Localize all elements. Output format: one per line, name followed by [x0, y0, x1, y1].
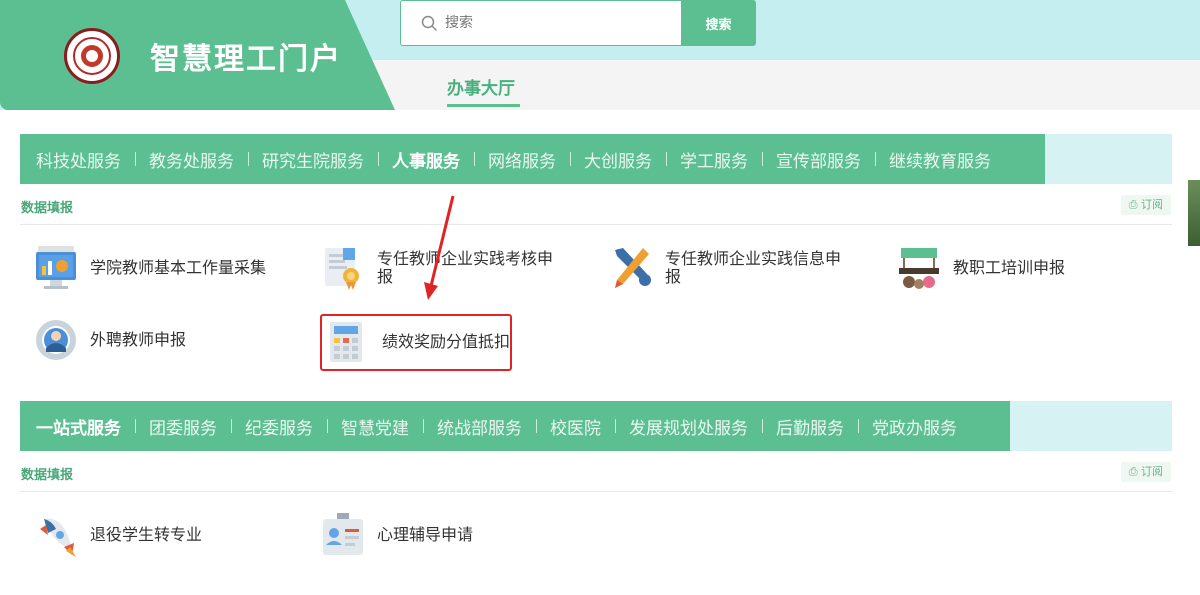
section-1-subtitle: 数据填报: [21, 201, 74, 216]
subscribe-icon: ⎙: [1128, 198, 1138, 211]
highlight-box: [320, 314, 512, 371]
service-item-label: 心理辅导申请: [377, 525, 474, 544]
tab-keji[interactable]: 科技处服务: [20, 147, 135, 172]
section-2-tab-bar: 一站式服务 团委服务 纪委服务 智慧党建 统战部服务 校医院 发展规划处服务 后…: [20, 401, 1172, 451]
service-item-veteran-transfer[interactable]: 退役学生转专业: [34, 507, 202, 563]
subscribe-button[interactable]: ⎙ 订阅: [1120, 195, 1171, 215]
school-logo: [64, 28, 120, 84]
training-board-icon: [899, 248, 939, 289]
tab-renshi[interactable]: 人事服务: [378, 147, 474, 172]
section-1-tab-bar: 科技处服务 教务处服务 研究生院服务 人事服务 网络服务 大创服务 学工服务 宣…: [20, 134, 1172, 184]
tab-jixujiaoyu[interactable]: 继续教育服务: [875, 147, 1005, 172]
tab-houqin[interactable]: 后勤服务: [762, 414, 858, 439]
tab-jiaowu[interactable]: 教务处服务: [135, 147, 248, 172]
subscribe-icon: ⎙: [1128, 465, 1138, 478]
tab-one-stop[interactable]: 一站式服务: [20, 414, 135, 439]
monitor-chart-icon: [36, 246, 76, 289]
tab-dachuang[interactable]: 大创服务: [570, 147, 666, 172]
tab-tuanwei[interactable]: 团委服务: [135, 414, 231, 439]
brand-title: 智慧理工门户: [150, 42, 342, 77]
section-1-subheader: 数据填报 ⎙ 订阅: [20, 185, 1172, 225]
service-item-practice-info[interactable]: 专任教师企业实践信息申报: [609, 240, 859, 296]
service-item-external-teacher[interactable]: 外聘教师申报: [34, 312, 186, 368]
tab-fazhan[interactable]: 发展规划处服务: [615, 414, 762, 439]
service-item-label: 专任教师企业实践考核申报: [377, 249, 554, 286]
subscribe-button[interactable]: ⎙ 订阅: [1120, 462, 1171, 482]
annotation-arrow-icon: [424, 195, 455, 300]
tab-service-hall[interactable]: 办事大厅: [447, 74, 515, 99]
person-gear-icon: [36, 320, 76, 360]
tab-yanjiusheng[interactable]: 研究生院服务: [248, 147, 378, 172]
service-item-label: 退役学生转专业: [90, 525, 203, 544]
service-item-counseling[interactable]: 心理辅导申请: [321, 507, 473, 563]
search-button[interactable]: 搜索: [681, 0, 756, 46]
tab-wangluo[interactable]: 网络服务: [474, 147, 570, 172]
tab-dangzheng[interactable]: 党政办服务: [858, 414, 971, 439]
service-item-label: 专任教师企业实践信息申报: [665, 249, 842, 286]
tab-xuanchuan[interactable]: 宣传部服务: [762, 147, 875, 172]
tab-dangjian[interactable]: 智慧党建: [327, 414, 423, 439]
tab-active-indicator: [447, 104, 520, 107]
tab-xiaoyiyuan[interactable]: 校医院: [536, 414, 615, 439]
rocket-icon: [40, 518, 76, 557]
id-badge-icon: [323, 513, 363, 555]
service-item-label: 外聘教师申报: [90, 330, 187, 349]
section-2-subheader: 数据填报 ⎙ 订阅: [20, 452, 1172, 492]
section-2-subtitle: 数据填报: [21, 468, 74, 483]
certificate-icon: [325, 248, 359, 290]
service-item-label: 教职工培训申报: [953, 258, 1066, 277]
service-item-label: 学院教师基本工作量采集: [90, 258, 267, 277]
tab-xuegong[interactable]: 学工服务: [666, 147, 762, 172]
search-input[interactable]: [445, 9, 665, 37]
service-item-training[interactable]: 教职工培训申报: [897, 240, 1065, 296]
tab-jiwei[interactable]: 纪委服务: [231, 414, 327, 439]
search-box[interactable]: [400, 0, 682, 46]
service-item-workload[interactable]: 学院教师基本工作量采集: [34, 240, 266, 296]
tools-icon: [615, 248, 651, 288]
tab-tongzhan[interactable]: 统战部服务: [423, 414, 536, 439]
side-banner-image: [1188, 180, 1200, 246]
search-icon: [421, 15, 437, 31]
